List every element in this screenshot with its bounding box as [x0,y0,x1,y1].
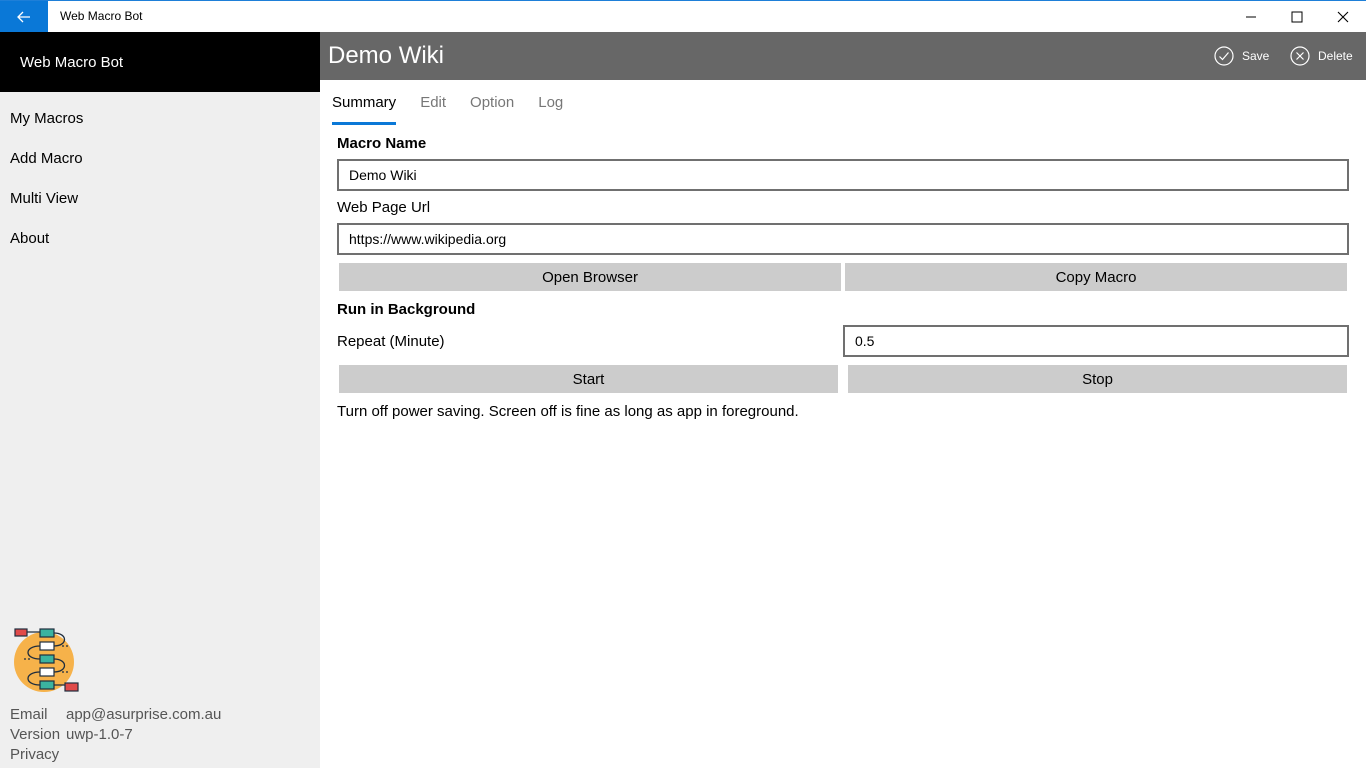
email-info: Email app@asurprise.com.au [10,706,221,723]
sidebar: Web Macro Bot My Macros Add Macro Multi … [0,32,320,768]
window-title: Web Macro Bot [60,9,143,23]
arrow-left-icon [17,11,30,22]
main-content: Demo Wiki Save Delete Summary Edit Optio… [320,32,1366,768]
nav-item-multi-view[interactable]: Multi View [0,178,320,218]
nav-item-about[interactable]: About [0,218,320,258]
run-background-label: Run in Background [337,301,476,318]
delete-button[interactable]: Delete [1290,46,1353,66]
macro-name-input[interactable]: Demo Wiki [337,159,1349,191]
power-saving-note: Turn off power saving. Screen off is fin… [337,403,799,420]
close-button[interactable] [1320,1,1366,32]
tab-option[interactable]: Option [470,94,514,126]
maximize-icon [1291,11,1303,22]
page-title: Demo Wiki [328,42,445,69]
url-input[interactable]: https://www.wikipedia.org [337,223,1349,255]
close-icon [1337,11,1349,22]
tab-bar: Summary Edit Option Log [332,94,587,126]
save-label: Save [1242,49,1270,63]
nav-item-my-macros[interactable]: My Macros [0,98,320,138]
sidebar-header: Web Macro Bot [0,32,320,92]
repeat-input[interactable]: 0.5 [843,325,1349,357]
start-button[interactable]: Start [339,365,838,393]
back-button[interactable] [0,1,48,32]
save-button[interactable]: Save [1214,46,1269,66]
delete-label: Delete [1318,49,1353,63]
version-info: Version uwp-1.0-7 [10,726,133,743]
tab-log[interactable]: Log [538,94,563,126]
open-browser-button[interactable]: Open Browser [339,263,841,291]
tab-summary[interactable]: Summary [332,94,397,126]
minimize-icon [1246,16,1256,17]
version-value: uwp-1.0-7 [66,726,133,743]
minimize-button[interactable] [1228,1,1274,32]
repeat-label: Repeat (Minute) [337,333,445,350]
nav-list: My Macros Add Macro Multi View About [0,98,320,258]
check-circle-icon [1214,46,1234,66]
app-logo-icon [14,628,79,692]
copy-macro-button[interactable]: Copy Macro [845,263,1347,291]
url-label: Web Page Url [337,199,431,216]
nav-item-add-macro[interactable]: Add Macro [0,138,320,178]
email-key: Email [10,706,48,723]
title-bar: Web Macro Bot [0,0,1366,32]
macro-name-label: Macro Name [337,135,427,152]
version-key: Version [10,726,61,743]
page-header: Demo Wiki Save Delete [320,32,1366,80]
stop-button[interactable]: Stop [848,365,1347,393]
email-value: app@asurprise.com.au [66,706,222,723]
tab-edit[interactable]: Edit [420,94,446,126]
close-circle-icon [1290,46,1310,66]
maximize-button[interactable] [1274,1,1320,32]
privacy-link[interactable]: Privacy [10,746,59,763]
